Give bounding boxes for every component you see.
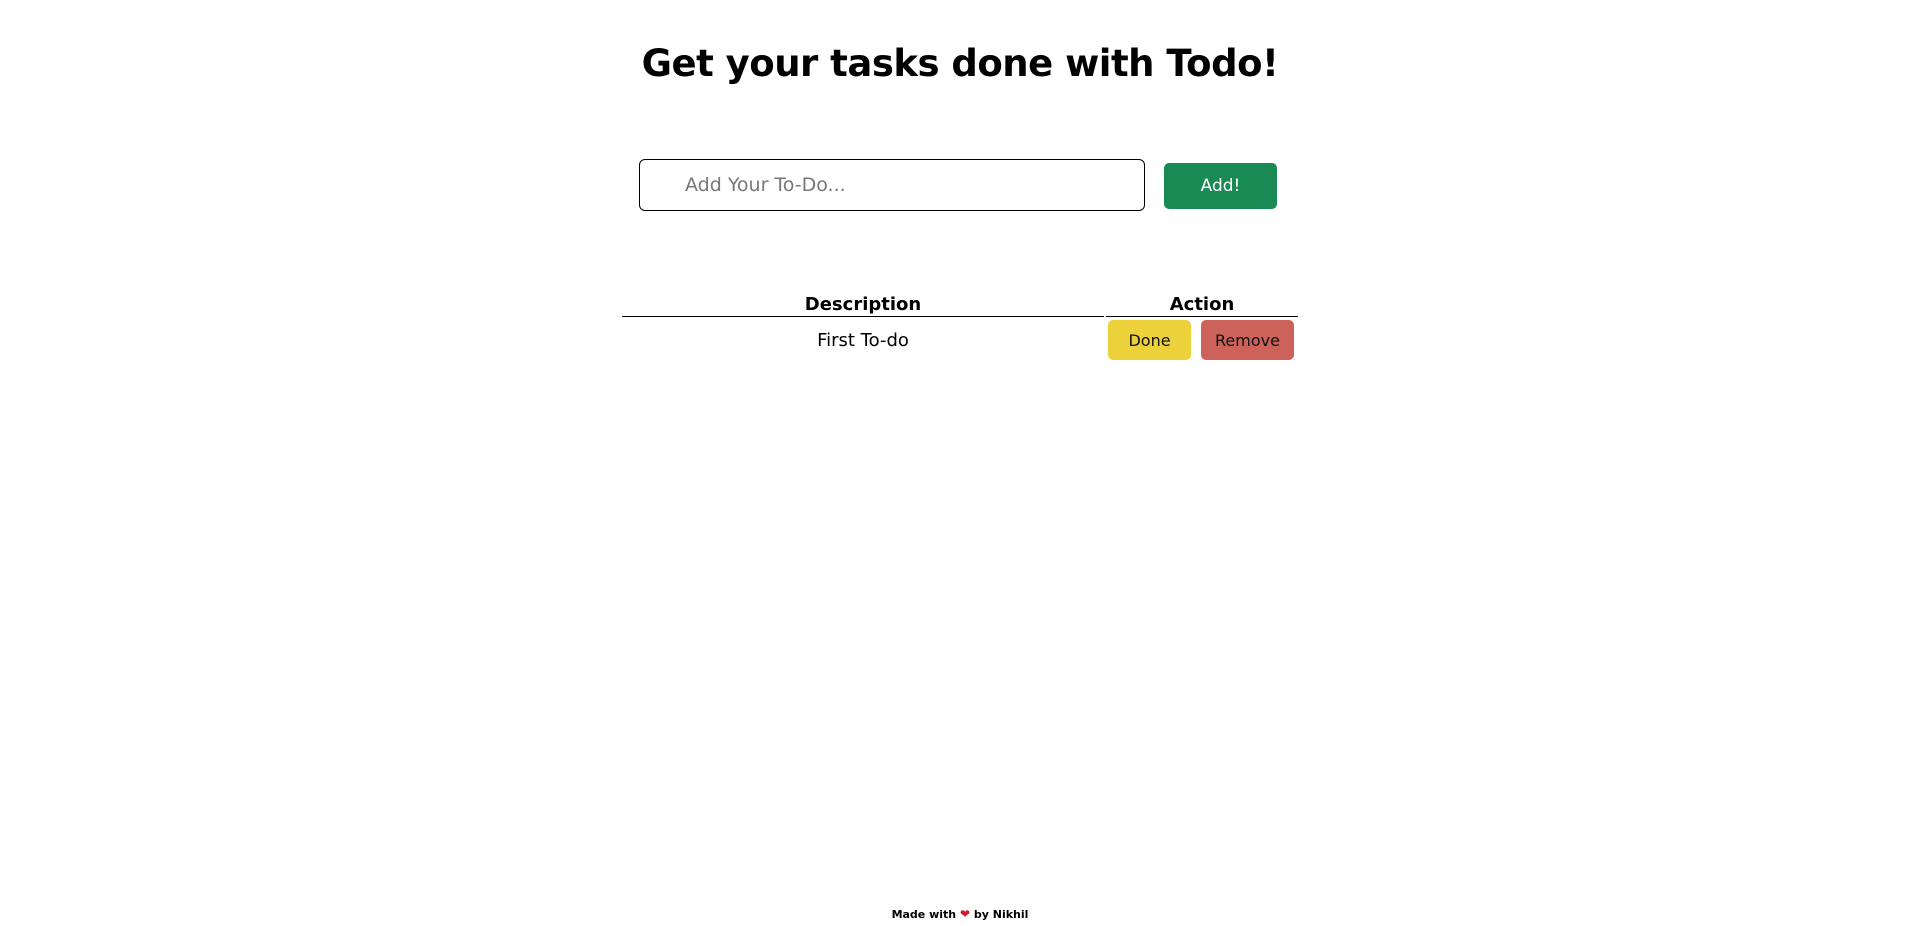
remove-button[interactable]: Remove bbox=[1201, 320, 1294, 360]
done-button[interactable]: Done bbox=[1108, 320, 1191, 360]
todo-description: First To-do bbox=[817, 329, 909, 351]
footer-prefix: Made with bbox=[891, 908, 957, 921]
footer: Made with ❤ by Nikhil bbox=[0, 907, 1920, 921]
page-title: Get your tasks done with Todo! bbox=[641, 42, 1279, 85]
footer-suffix: by Nikhil bbox=[973, 908, 1029, 921]
header-description: Description bbox=[622, 292, 1104, 317]
header-action: Action bbox=[1106, 292, 1298, 317]
add-button[interactable]: Add! bbox=[1164, 163, 1277, 209]
todo-actions: Done Remove bbox=[1106, 317, 1298, 363]
table-row: First To-do Done Remove bbox=[622, 317, 1298, 363]
todo-table: Description Action First To-do Done Remov… bbox=[620, 292, 1300, 363]
heart-icon: ❤ bbox=[959, 907, 971, 921]
todo-input[interactable] bbox=[639, 159, 1145, 211]
